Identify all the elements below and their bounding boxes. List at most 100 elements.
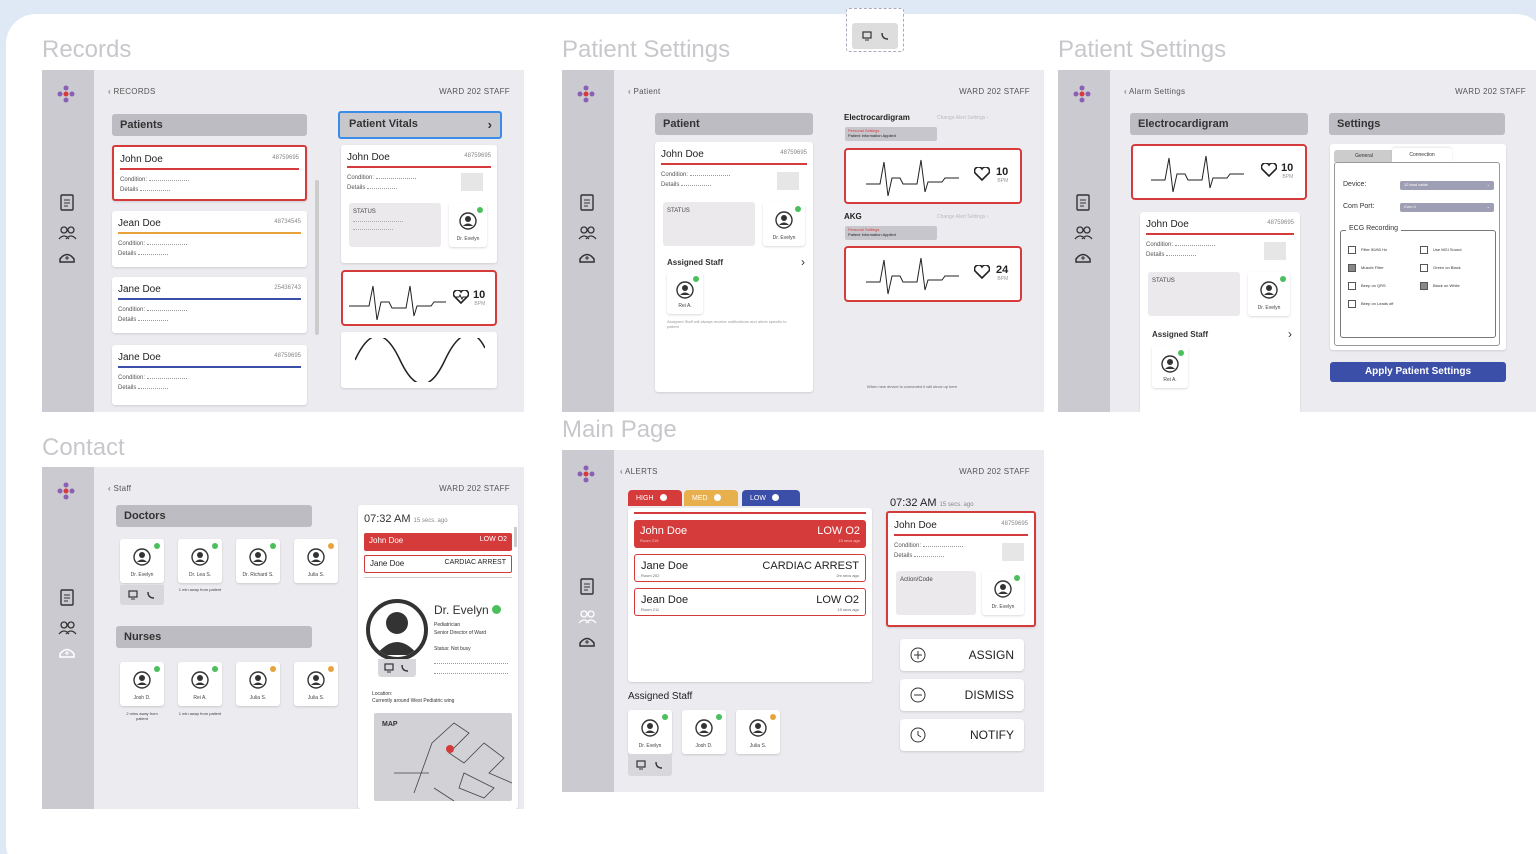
alert-item[interactable]: Jane Doe CARDIAC ARREST (364, 555, 512, 573)
staff-note: 1 min away from patient (178, 587, 222, 592)
back-link[interactable]: ‹ Patient (628, 87, 661, 96)
change-alert-link[interactable]: Change Alert Settings › (937, 115, 988, 121)
patient-list-item[interactable]: Jean Doe 48734545 Condition: Details (112, 211, 307, 267)
monitor-icon[interactable] (384, 663, 394, 673)
chevron-right-icon[interactable]: › (801, 255, 805, 269)
phone-icon[interactable] (654, 760, 664, 770)
back-link[interactable]: ‹ RECORDS (108, 87, 156, 96)
staff-card[interactable]: Dr. Lea S. (178, 539, 222, 583)
change-alert-link[interactable]: Change Alert Settings › (937, 214, 988, 220)
settings-chip: Personal Settings Patient Information App… (845, 226, 937, 240)
setting-checkbox[interactable]: Black on White (1420, 282, 1460, 290)
monitor-icon[interactable] (128, 590, 138, 600)
dismiss-button[interactable]: DISMISS (900, 679, 1024, 711)
patient-list-item[interactable]: Jane Doe 25436743 Condition: Details (112, 277, 307, 333)
nurse-icon[interactable] (57, 644, 77, 664)
monitor-icon[interactable] (636, 760, 646, 770)
ward-label: WARD 202 STAFF (959, 467, 1030, 476)
nurse-icon[interactable] (1073, 249, 1093, 269)
staff-card[interactable]: Dr. Richard S. (236, 539, 280, 583)
setting-checkbox[interactable]: Muscle Filter (1348, 264, 1384, 272)
patient-list-item[interactable]: John Doe 48759695 Condition: Details (112, 145, 307, 201)
ecg-panel[interactable]: 10 BPM (844, 148, 1022, 204)
staff-avatar[interactable]: Rei A. (667, 272, 703, 314)
ecg-panel[interactable]: 10 BPM (1131, 144, 1307, 200)
ecg-panel[interactable]: 10 BPM (341, 270, 497, 326)
assigned-staff-label: Assigned Staff (628, 691, 693, 702)
staff-card[interactable]: Josh D. (120, 662, 164, 706)
alert-item[interactable]: John Doe LOW O2 Room 216 15 secs ago (634, 520, 866, 548)
chevron-right-icon[interactable]: › (1288, 327, 1292, 341)
nurse-icon[interactable] (577, 633, 597, 653)
clipboard-icon[interactable] (57, 192, 77, 212)
tab-low[interactable]: LOW (742, 490, 800, 506)
back-link[interactable]: ‹ Staff (108, 484, 131, 493)
setting-checkbox[interactable]: Green on Black (1420, 264, 1461, 272)
setting-checkbox[interactable]: Filter 50/60 Hz (1348, 246, 1387, 254)
device-select[interactable]: 12 lead cable ⌄ (1400, 181, 1494, 190)
staff-card[interactable]: Julia S. (294, 539, 338, 583)
tab-high[interactable]: HIGH (628, 490, 682, 506)
clipboard-icon[interactable] (1073, 192, 1093, 212)
staff-avatar[interactable]: Rei A. (1152, 346, 1188, 388)
scrollbar[interactable] (514, 527, 517, 547)
heart-icon (974, 167, 990, 181)
staff-avatar[interactable]: Dr. Evelyn (982, 571, 1024, 615)
nurse-icon[interactable] (577, 249, 597, 269)
heart-icon (453, 290, 469, 304)
map[interactable]: MAP (374, 713, 512, 801)
alert-item[interactable]: Jean Doe LOW O2 Room 211 15 secs ago (634, 588, 866, 616)
akg-panel[interactable]: 24 BPM (844, 246, 1022, 302)
staff-card[interactable]: Julia S. (736, 710, 780, 754)
people-icon[interactable] (577, 223, 597, 243)
back-link[interactable]: ‹ Alarm Settings (1124, 87, 1185, 96)
tab-general[interactable]: General (1334, 150, 1394, 162)
patients-header: Patients (112, 114, 307, 136)
tab-med[interactable]: MED (684, 490, 738, 506)
apply-settings-button[interactable]: Apply Patient Settings (1330, 362, 1506, 382)
phone-icon[interactable] (146, 590, 156, 600)
people-icon[interactable] (57, 618, 77, 638)
staff-card[interactable]: Rei A. (178, 662, 222, 706)
patient-vitals-header[interactable]: Patient Vitals › (338, 111, 502, 139)
ecg-waveform (349, 285, 446, 320)
patient-list-item[interactable]: Jane Doe 48759695 Condition: Details (112, 345, 307, 405)
setting-checkbox[interactable]: Use MGI Sound (1420, 246, 1461, 254)
notify-button[interactable]: NOTIFY (900, 719, 1024, 751)
people-icon[interactable] (1073, 223, 1093, 243)
user-icon (133, 671, 151, 689)
phone-icon[interactable] (880, 31, 890, 41)
user-icon (459, 212, 477, 230)
clipboard-icon[interactable] (577, 576, 597, 596)
people-icon[interactable] (57, 223, 77, 243)
section-title-records: Records (42, 36, 132, 63)
alert-item[interactable]: John Doe LOW O2 (364, 533, 512, 551)
profile-name: Dr. Evelyn (434, 603, 502, 617)
staff-avatar[interactable]: Dr. Evelyn (763, 202, 805, 246)
people-icon[interactable] (577, 607, 597, 627)
setting-checkbox[interactable]: Beep on Leads off (1348, 300, 1393, 308)
section-title-contact: Contact (42, 434, 125, 461)
clipboard-icon[interactable] (577, 192, 597, 212)
staff-card[interactable]: Dr. Evelyn (120, 539, 164, 583)
com-port-select[interactable]: Com 4 ⌄ (1400, 203, 1494, 212)
monitor-icon[interactable] (862, 31, 872, 41)
nurse-icon[interactable] (57, 249, 77, 269)
assign-button[interactable]: ASSIGN (900, 639, 1024, 671)
clipboard-icon[interactable] (57, 587, 77, 607)
section-title-patient-settings: Patient Settings (562, 36, 731, 63)
phone-icon[interactable] (400, 663, 410, 673)
alert-item[interactable]: Jane Doe CARDIAC ARREST Room 202 2m secs… (634, 554, 866, 582)
staff-avatar[interactable]: Dr. Evelyn (449, 203, 487, 247)
staff-avatar[interactable]: Dr. Evelyn (1248, 272, 1290, 316)
staff-card[interactable]: Dr. Evelyn (628, 710, 672, 754)
back-link[interactable]: ‹ ALERTS (620, 467, 658, 476)
tab-connection[interactable]: Connection (1392, 148, 1452, 162)
wave-panel[interactable] (341, 332, 497, 388)
scrollbar[interactable] (315, 180, 319, 335)
setting-checkbox[interactable]: Beep on QRS (1348, 282, 1386, 290)
location-info: Location: Currently around West Pediatric… (372, 691, 455, 704)
staff-card[interactable]: Julia S. (294, 662, 338, 706)
staff-card[interactable]: Julia S. (236, 662, 280, 706)
staff-card[interactable]: Josh D. (682, 710, 726, 754)
